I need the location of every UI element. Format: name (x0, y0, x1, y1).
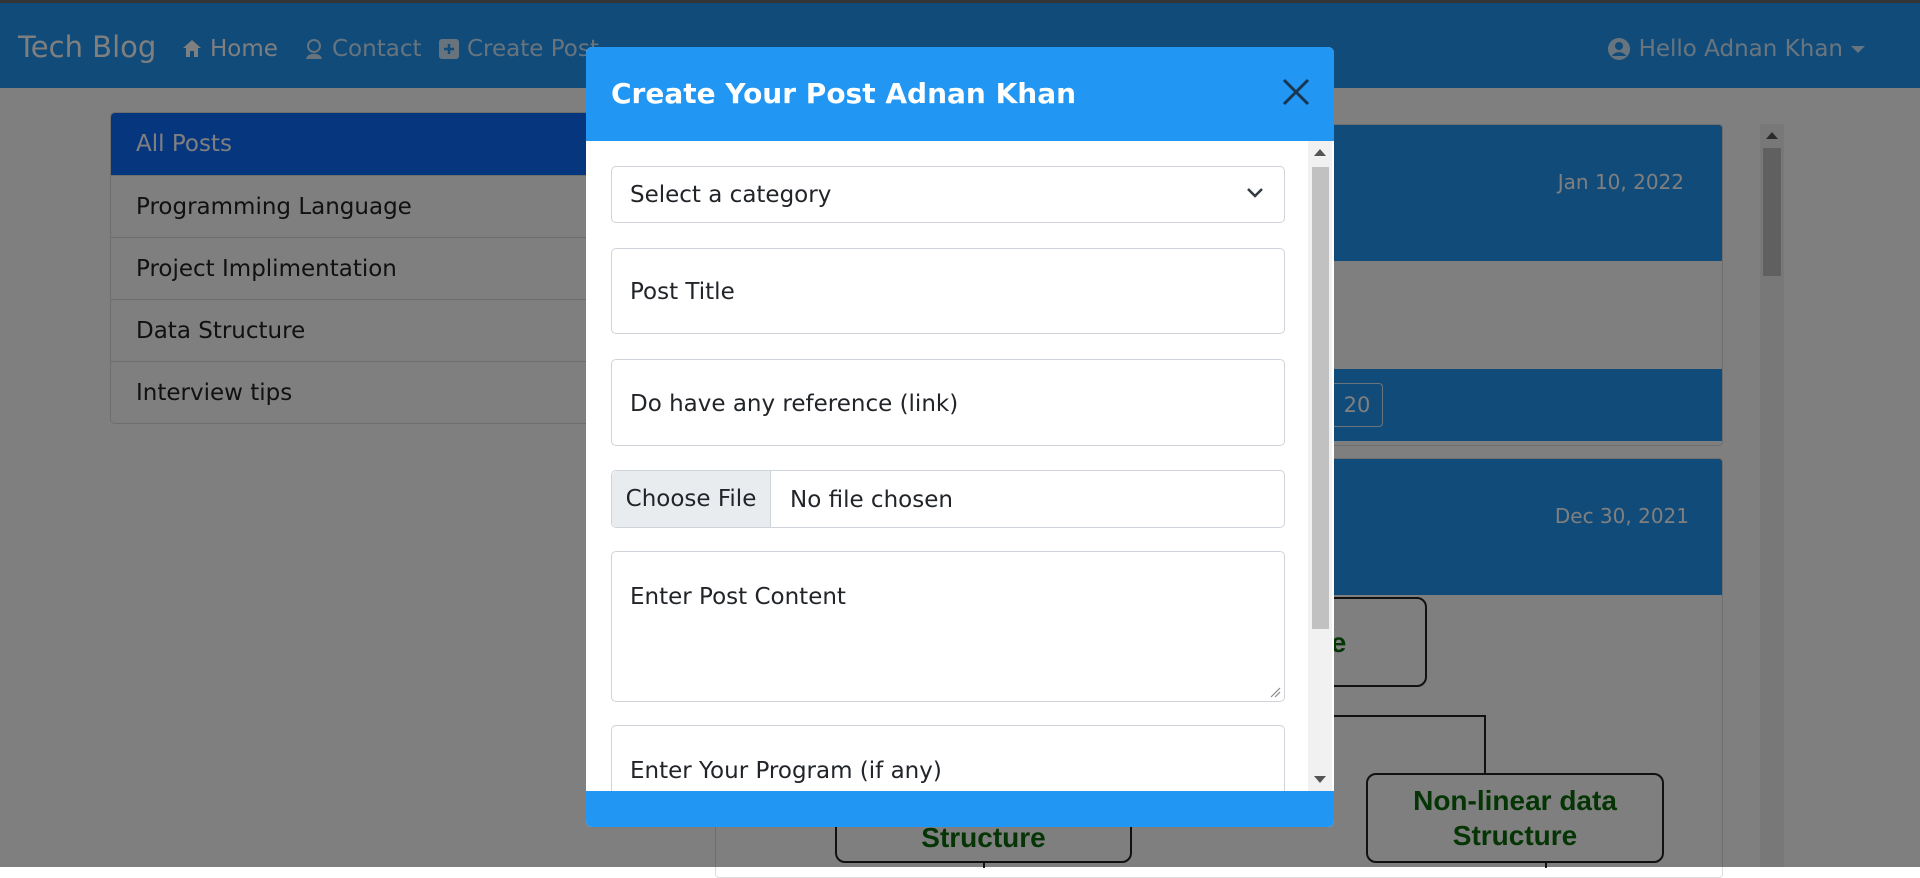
modal-footer (586, 791, 1334, 827)
reference-link-input[interactable]: Do have any reference (link) (611, 359, 1285, 446)
post-content-placeholder: Enter Post Content (630, 584, 846, 610)
modal-body: Select a category Post Title Do have any… (586, 141, 1334, 791)
file-input[interactable]: Choose File No file chosen (611, 470, 1285, 528)
category-select-value: Select a category (630, 182, 832, 208)
file-status-text: No file chosen (790, 487, 953, 513)
create-post-modal: Create Your Post Adnan Khan Select a cat… (586, 47, 1334, 827)
scroll-up-arrow[interactable] (1314, 149, 1326, 156)
choose-file-button[interactable]: Choose File (612, 471, 771, 527)
resize-grip-icon[interactable] (1269, 686, 1281, 698)
post-content-textarea[interactable]: Enter Post Content (611, 551, 1285, 702)
modal-header: Create Your Post Adnan Khan (586, 47, 1334, 141)
close-icon[interactable] (1278, 74, 1314, 110)
reference-link-placeholder: Do have any reference (link) (630, 391, 959, 417)
post-title-input[interactable]: Post Title (611, 248, 1285, 334)
program-input[interactable]: Enter Your Program (if any) (611, 725, 1285, 791)
modal-title: Create Your Post Adnan Khan (611, 77, 1077, 110)
modal-scrollbar-thumb[interactable] (1312, 167, 1329, 629)
post-title-placeholder: Post Title (630, 279, 735, 305)
program-placeholder: Enter Your Program (if any) (630, 758, 942, 784)
modal-scrollbar[interactable] (1308, 141, 1332, 791)
chevron-down-icon (1247, 188, 1263, 198)
category-select[interactable]: Select a category (611, 166, 1285, 223)
scroll-down-arrow[interactable] (1314, 776, 1326, 783)
